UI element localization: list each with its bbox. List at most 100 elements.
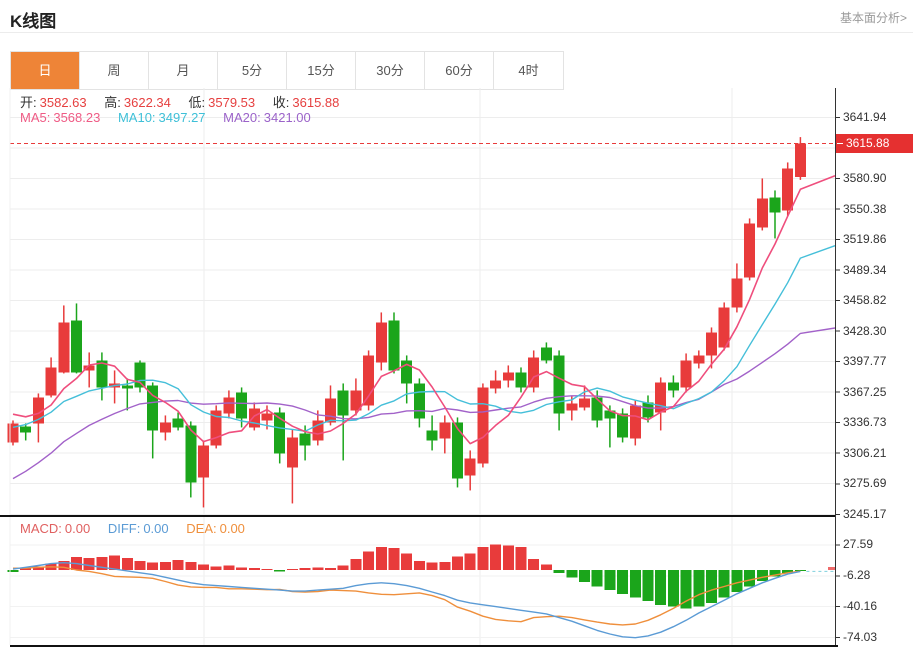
candle-body: [135, 362, 146, 387]
y-axis-label: 3580.90: [843, 171, 886, 186]
macd-hist-bar: [668, 570, 679, 607]
y-axis-label: 3245.17: [843, 507, 886, 522]
macd-hist-bar: [198, 565, 209, 570]
macd-hist-bar: [643, 570, 654, 601]
macd-axis-marker: [828, 567, 835, 570]
y-axis-label: 3641.94: [843, 110, 886, 125]
y-axis-label: 3550.38: [843, 202, 886, 217]
macd-hist-bar: [516, 547, 527, 570]
macd-hist-bar: [185, 562, 196, 570]
candle-body: [439, 422, 450, 438]
macd-hist-bar: [401, 554, 412, 570]
macd-hist-bar: [287, 569, 298, 570]
candle-body: [490, 380, 501, 388]
open-label: 开:: [20, 95, 37, 110]
candle-body: [503, 372, 514, 380]
candle-body: [198, 445, 209, 477]
macd-hist-bar: [223, 565, 234, 570]
macd-hist-bar: [630, 570, 641, 597]
candle-body: [389, 320, 400, 370]
candle-body: [338, 390, 349, 415]
macd-hist-bar: [262, 569, 273, 570]
y-axis-label: 3519.86: [843, 232, 886, 247]
candle-body: [554, 355, 565, 413]
candle-body: [122, 385, 133, 388]
macd-hist-bar: [135, 561, 146, 570]
candle-body: [20, 426, 31, 432]
y-axis-label: 27.59: [843, 537, 873, 552]
diff-value: 0.00: [143, 521, 168, 536]
candle-body: [617, 413, 628, 437]
candle-body: [452, 422, 463, 478]
candle-body: [236, 392, 247, 418]
macd-hist-bar: [477, 547, 488, 570]
high-label: 高:: [104, 95, 121, 110]
macd-hist-bar: [439, 562, 450, 570]
open-value: 3582.63: [40, 95, 87, 110]
candle-body: [757, 198, 768, 227]
macd-hist-bar: [325, 568, 336, 570]
y-axis-label: 3275.69: [843, 476, 886, 491]
macd-hist-bar: [350, 559, 361, 570]
candle-body: [516, 372, 527, 387]
macd-hist-bar: [109, 555, 120, 570]
macd-hist-bar: [8, 570, 19, 572]
close-label: 收:: [273, 95, 290, 110]
candle-body: [744, 223, 755, 277]
macd-hist-bar: [363, 552, 374, 570]
candle-body: [376, 322, 387, 362]
candle-body: [325, 398, 336, 422]
macd-hist-bar: [452, 556, 463, 570]
candle-body: [731, 278, 742, 307]
close-value: 3615.88: [292, 95, 339, 110]
macd-hist-bar: [249, 568, 260, 570]
ma10-label: MA10:: [118, 110, 156, 125]
candle-body: [477, 387, 488, 463]
candle-body: [782, 168, 793, 210]
macd-hist-bar: [554, 570, 565, 573]
candle-body: [173, 418, 184, 427]
y-axis-label: -6.28: [843, 568, 870, 583]
macd-hist-bar: [731, 570, 742, 592]
ohlc-legend: 开:3582.63 高:3622.34 低:3579.53 收:3615.88: [20, 92, 353, 111]
candle-body: [693, 355, 704, 363]
macd-hist-bar: [427, 563, 438, 570]
y-axis-label: 3367.25: [843, 385, 886, 400]
macd-hist-bar: [414, 561, 425, 570]
low-label: 低:: [189, 95, 206, 110]
y-axis-label: 3306.21: [843, 446, 886, 461]
candle-body: [681, 360, 692, 387]
macd-value: 0.00: [65, 521, 90, 536]
candle-body: [630, 405, 641, 438]
macd-hist-bar: [312, 567, 323, 570]
candle-body: [541, 347, 552, 360]
candle-body: [262, 413, 273, 420]
macd-label: MACD:: [20, 521, 62, 536]
candle-body: [427, 430, 438, 440]
macd-hist-bar: [541, 565, 552, 570]
dea-label: DEA:: [186, 521, 216, 536]
candle-body: [46, 367, 57, 395]
macd-hist-bar: [566, 570, 577, 577]
macd-hist-bar: [211, 566, 222, 570]
candle-body: [58, 322, 69, 372]
candle-body: [592, 397, 603, 420]
candle-body: [668, 382, 679, 390]
y-axis-label: 3397.77: [843, 354, 886, 369]
macd-hist-bar: [389, 548, 400, 570]
macd-hist-bar: [719, 570, 730, 597]
candle-body: [566, 403, 577, 410]
candle-body: [643, 402, 654, 417]
candle-body: [249, 408, 260, 427]
ma20-value: 3421.00: [264, 110, 311, 125]
ma-legend: MA5:3568.23 MA10:3497.27 MA20:3421.00: [20, 110, 325, 125]
macd-hist-bar: [655, 570, 666, 605]
y-axis-label: 3428.30: [843, 324, 886, 339]
macd-hist-bar: [744, 570, 755, 586]
y-axis-label: -74.03: [843, 630, 877, 645]
macd-hist-bar: [795, 570, 806, 571]
macd-hist-bar: [122, 558, 133, 570]
macd-hist-bar: [592, 570, 603, 586]
macd-hist-bar: [528, 559, 539, 570]
macd-hist-bar: [706, 570, 717, 603]
